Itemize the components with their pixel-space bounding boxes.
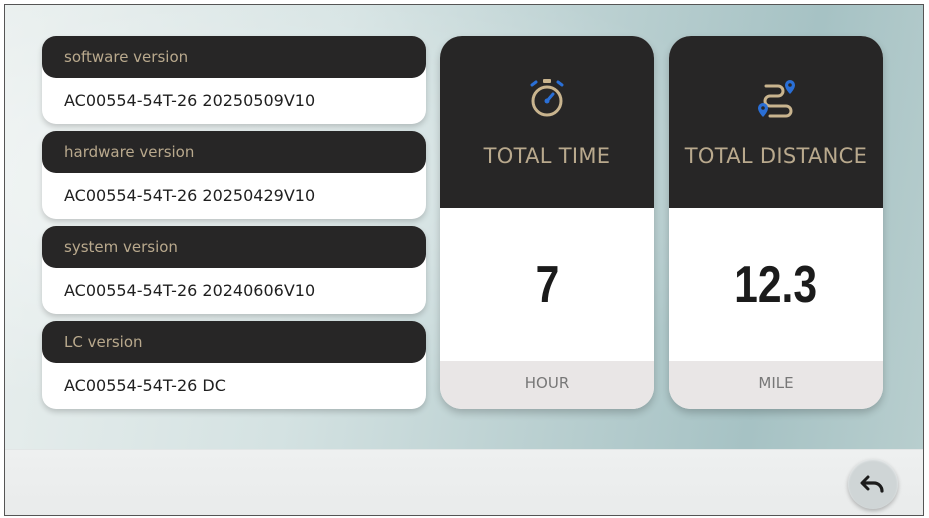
software-version-value: AC00554-54T-26 20250509V10: [64, 91, 316, 110]
software-version-card: software version AC00554-54T-26 20250509…: [42, 36, 426, 124]
total-time-unit: HOUR: [440, 361, 654, 409]
hardware-version-value: AC00554-54T-26 20250429V10: [64, 186, 316, 205]
back-button[interactable]: [848, 459, 898, 509]
system-version-label: system version: [42, 226, 426, 268]
system-version-value: AC00554-54T-26 20240606V10: [64, 281, 316, 300]
back-arrow-icon: [860, 475, 884, 493]
software-version-label: software version: [42, 36, 426, 78]
lc-version-card: LC version AC00554-54T-26 DC: [42, 321, 426, 409]
lc-version-label: LC version: [42, 321, 426, 363]
footer-bar: [5, 449, 923, 515]
total-distance-unit: MILE: [669, 361, 883, 409]
hardware-version-label: hardware version: [42, 131, 426, 173]
hardware-version-card: hardware version AC00554-54T-26 20250429…: [42, 131, 426, 219]
screen: software version AC00554-54T-26 20250509…: [4, 4, 924, 516]
total-distance-label: TOTAL DISTANCE: [684, 144, 868, 168]
total-time-value: 7: [535, 255, 559, 314]
total-distance-card: TOTAL DISTANCE 12.3 MILE: [669, 36, 883, 409]
total-time-label: TOTAL TIME: [483, 144, 611, 168]
total-distance-value: 12.3: [734, 255, 818, 314]
lc-version-value: AC00554-54T-26 DC: [64, 376, 226, 395]
system-version-card: system version AC00554-54T-26 20240606V1…: [42, 226, 426, 314]
route-icon: [758, 80, 795, 118]
total-time-card: TOTAL TIME 7 HOUR: [440, 36, 654, 409]
stopwatch-icon: [530, 79, 564, 117]
